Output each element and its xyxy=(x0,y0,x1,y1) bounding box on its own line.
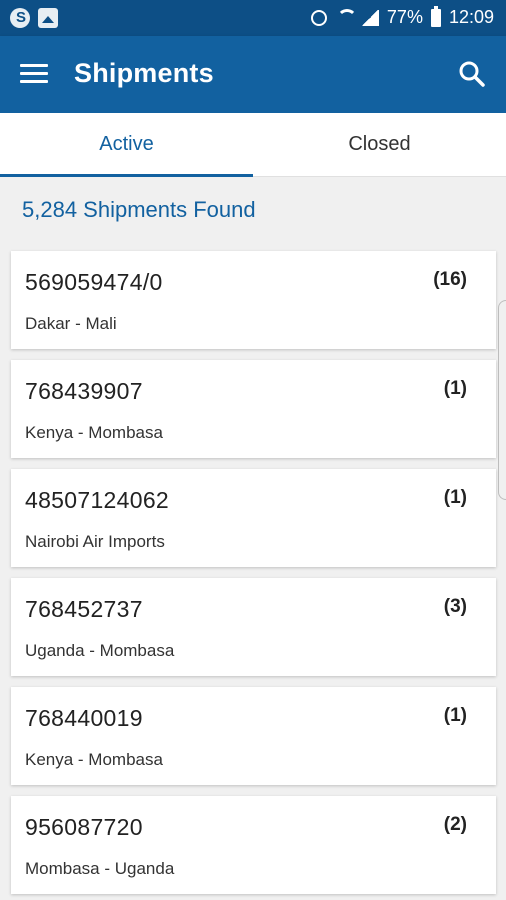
tab-bar: Active Closed xyxy=(0,113,506,177)
shipment-card[interactable]: 768440019 (1) Kenya - Mombasa xyxy=(11,687,496,785)
alarm-icon xyxy=(310,9,327,26)
battery-icon xyxy=(430,5,441,27)
signal-icon xyxy=(360,9,379,26)
shipment-id: 768439907 xyxy=(25,378,143,404)
wifi-icon xyxy=(335,8,357,27)
shipment-list: 569059474/0 (16) Dakar - Mali 768439907 … xyxy=(11,251,496,900)
shipment-id: 569059474/0 xyxy=(25,269,163,295)
status-bar: 77% 12:09 xyxy=(0,0,506,36)
shipment-id: 956087720 xyxy=(25,814,143,840)
tab-closed[interactable]: Closed xyxy=(253,113,506,176)
shipment-count: (1) xyxy=(443,378,467,399)
tab-active[interactable]: Active xyxy=(0,113,253,177)
shipments-count: 5,284 Shipments Found xyxy=(22,197,256,222)
status-right: 77% 12:09 xyxy=(310,5,494,28)
battery-percent: 77% xyxy=(386,7,423,27)
shipment-route: Kenya - Mombasa xyxy=(25,750,163,769)
app-bar: Shipments xyxy=(0,36,506,113)
hamburger-menu-icon[interactable] xyxy=(20,64,48,84)
shipment-route: Kenya - Mombasa xyxy=(25,423,163,442)
shipment-count: (1) xyxy=(443,705,467,726)
shipment-count: (2) xyxy=(443,814,467,835)
shipment-count: (3) xyxy=(443,596,467,617)
shipment-route: Nairobi Air Imports xyxy=(25,532,165,551)
shipment-route: Uganda - Mombasa xyxy=(25,641,175,660)
shipment-card[interactable]: 956087720 (2) Mombasa - Uganda xyxy=(11,796,496,894)
shipment-route: Mombasa - Uganda xyxy=(25,859,175,878)
shipment-id: 48507124062 xyxy=(25,487,170,513)
shipment-count: (1) xyxy=(443,487,467,508)
clock: 12:09 xyxy=(448,7,494,27)
search-icon[interactable] xyxy=(458,60,486,88)
shipment-count: (16) xyxy=(433,269,467,290)
shipment-card[interactable]: 48507124062 (1) Nairobi Air Imports xyxy=(11,469,496,567)
shipment-card[interactable]: 768452737 (3) Uganda - Mombasa xyxy=(11,578,496,676)
shipment-id: 768452737 xyxy=(25,596,143,622)
shipment-route: Dakar - Mali xyxy=(25,314,117,333)
edge-panel-handle[interactable] xyxy=(498,300,506,500)
shipment-card[interactable]: 768439907 (1) Kenya - Mombasa xyxy=(11,360,496,458)
shipment-id: 768440019 xyxy=(25,705,143,731)
skype-icon xyxy=(10,8,30,28)
gallery-icon xyxy=(38,8,58,28)
status-left-icons xyxy=(10,8,58,28)
page-title: Shipments xyxy=(74,58,214,88)
shipment-card[interactable]: 569059474/0 (16) Dakar - Mali xyxy=(11,251,496,349)
